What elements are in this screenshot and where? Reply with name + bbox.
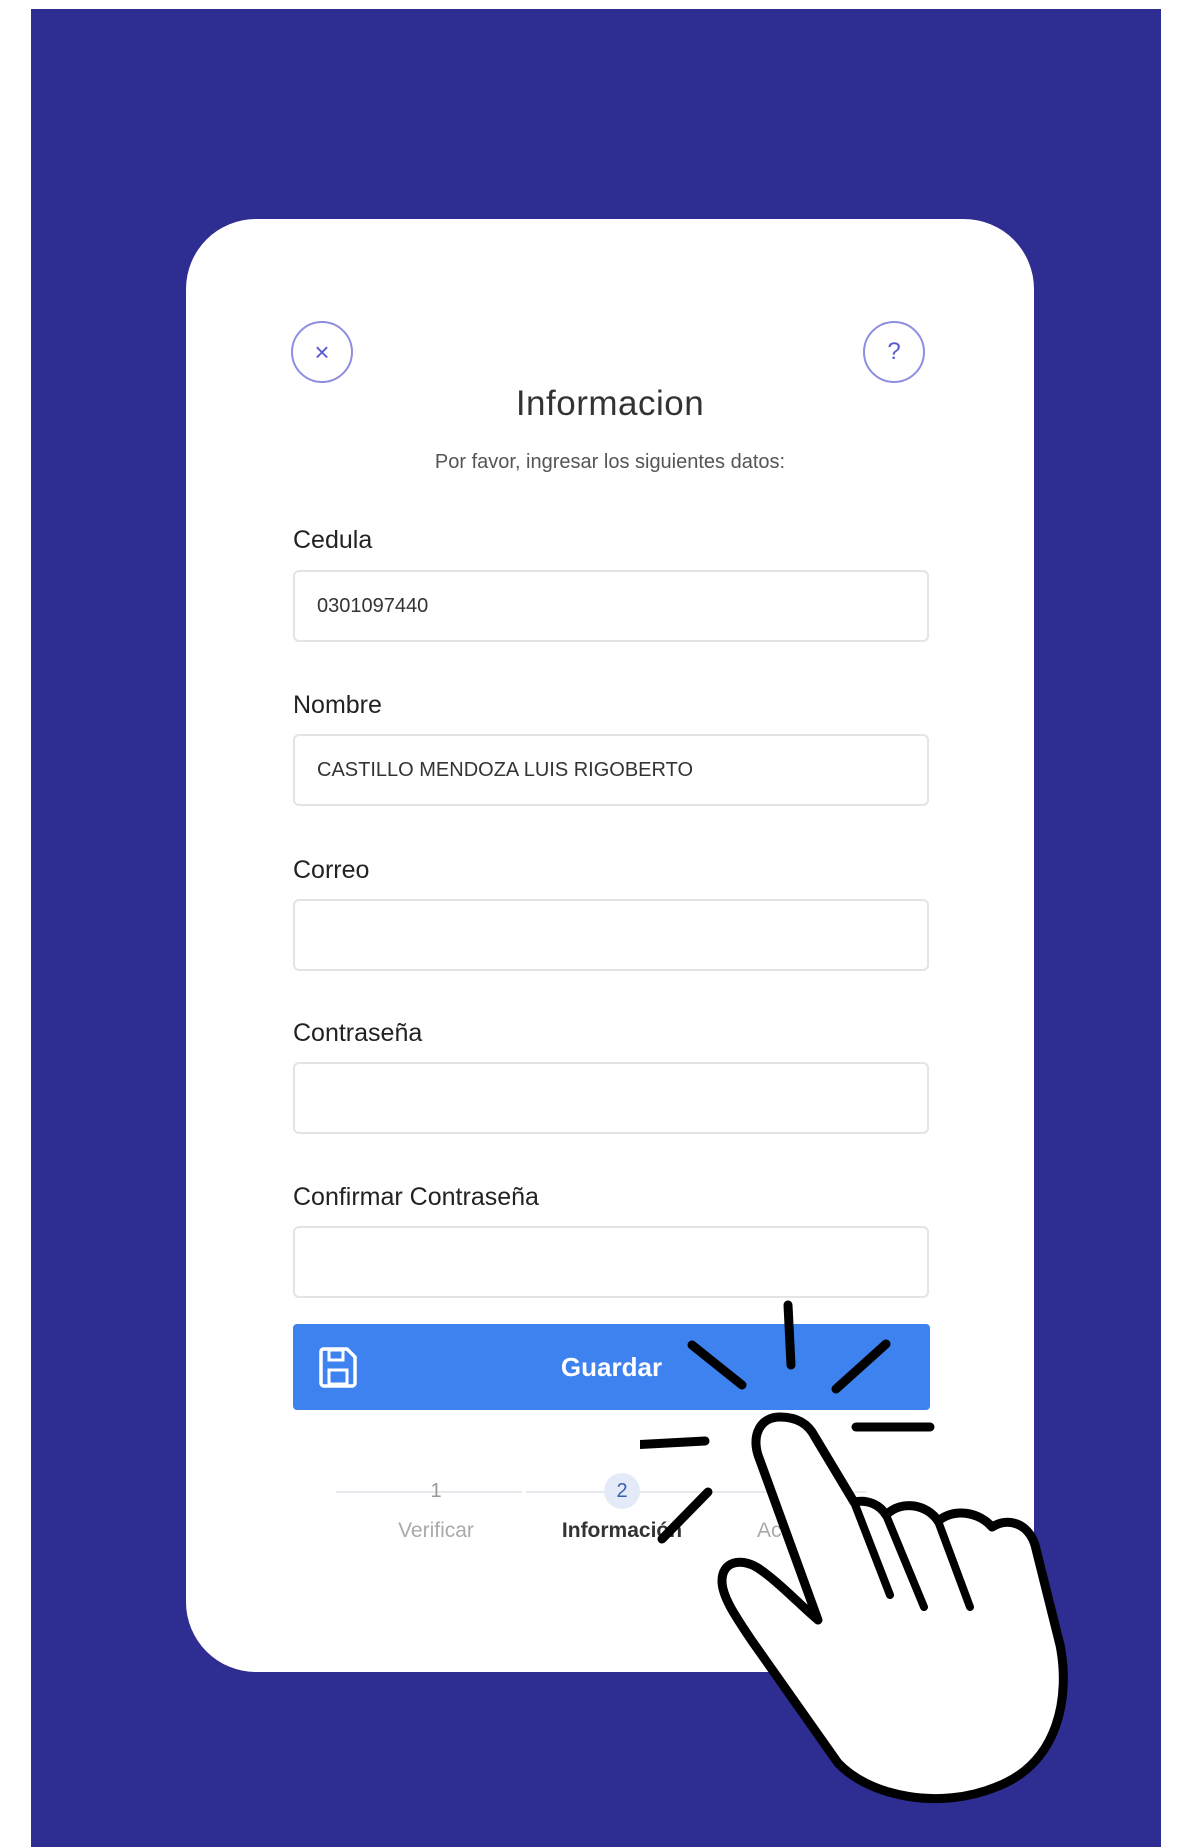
step-2-circle: 2 [604,1473,640,1509]
nombre-label: Nombre [293,691,382,719]
floppy-disk-icon [319,1347,357,1388]
help-button[interactable]: ? [863,321,925,383]
correo-input[interactable] [293,899,929,971]
page-title: Informacion [515,384,705,423]
step-1-circle: 1 [430,1479,442,1502]
cedula-label: Cedula [293,526,373,554]
confirmar-contrasena-input[interactable] [293,1226,929,1298]
close-icon: × [314,336,330,367]
save-button[interactable]: Guardar [293,1324,930,1410]
form-card: × ? Informacion Por favor, ingresar los … [186,219,1034,1672]
contrasena-input[interactable] [293,1062,929,1134]
contrasena-label: Contraseña [293,1019,423,1047]
step-1-label: Verificar [398,1519,474,1542]
nombre-input[interactable] [293,734,929,806]
step-3-label: Acti [756,1519,792,1542]
correo-label: Correo [293,856,370,884]
progress-stepper: 1 Verificar 2 Información Acti [186,1449,1034,1549]
save-button-label: Guardar [560,1351,663,1382]
confirmar-contrasena-label: Confirmar Contraseña [293,1183,539,1211]
close-button[interactable]: × [291,321,353,383]
step-connector [526,1491,866,1493]
page-subtitle: Por favor, ingresar los siguientes datos… [434,451,786,473]
cedula-input[interactable] [293,570,929,642]
help-icon: ? [887,338,901,365]
